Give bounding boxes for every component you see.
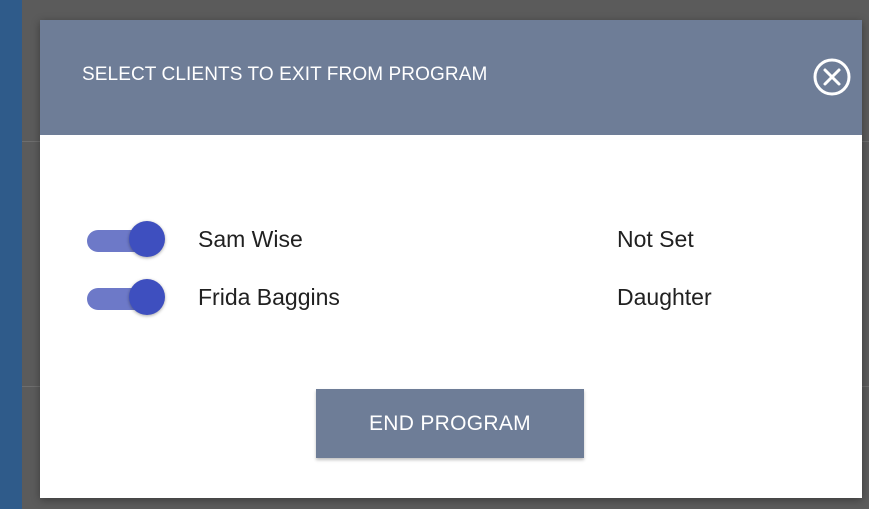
- client-name: Sam Wise: [198, 226, 303, 252]
- dialog-title: SELECT CLIENTS TO EXIT FROM PROGRAM: [82, 64, 488, 85]
- end-program-button[interactable]: END PROGRAM: [316, 389, 584, 458]
- toggle-knob: [129, 279, 165, 315]
- client-toggle-sam-wise[interactable]: [85, 221, 165, 259]
- client-row: Frida Baggins Daughter: [40, 275, 862, 319]
- client-relation: Daughter: [617, 284, 712, 310]
- exit-program-dialog: SELECT CLIENTS TO EXIT FROM PROGRAM Sam …: [40, 20, 862, 498]
- client-toggle-frida-baggins[interactable]: [85, 279, 165, 317]
- close-circle-icon: [813, 58, 851, 96]
- client-row: Sam Wise Not Set: [40, 217, 862, 261]
- client-relation: Not Set: [617, 226, 694, 252]
- client-name: Frida Baggins: [198, 284, 340, 310]
- close-button[interactable]: [810, 55, 854, 99]
- toggle-knob: [129, 221, 165, 257]
- dialog-header: SELECT CLIENTS TO EXIT FROM PROGRAM: [40, 20, 862, 135]
